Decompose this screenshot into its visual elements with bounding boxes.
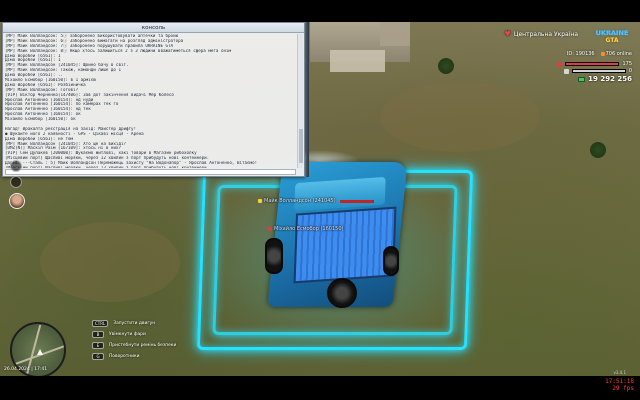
player-nametag: Міхайло Есмобор (160150)	[268, 226, 343, 232]
distant-building	[380, 22, 410, 46]
bottom-letterbox	[0, 376, 640, 400]
player-id: ID: 190136	[566, 51, 595, 57]
health-row: 175	[557, 61, 632, 67]
server-logo: UKRAINE GTA	[595, 29, 629, 45]
armor-icon	[563, 68, 569, 74]
hint-label: Запустити двигун	[113, 321, 156, 326]
health-bar	[565, 62, 620, 66]
hint-row: B Увімкнути фари	[92, 329, 176, 340]
version-label: v3.4.1	[613, 370, 626, 375]
hint-row: CTRL Запустити двигун	[92, 318, 176, 329]
avatar[interactable]	[9, 193, 25, 209]
distant-building	[330, 50, 385, 72]
armor-bar	[571, 69, 626, 73]
scrollbar-thumb[interactable]	[299, 129, 303, 163]
vehicle-roof	[293, 206, 397, 284]
online-icon	[600, 51, 605, 56]
online-count: 706 online	[600, 51, 632, 57]
money-row: 19 292 256	[578, 75, 632, 83]
spare-wheel	[327, 278, 357, 308]
region-label: ♥ Центральна Україна	[504, 30, 578, 38]
console-log: [MP] Майк Волландсон: 5ⓘ заборонено вико…	[5, 34, 296, 168]
money-value: 19 292 256	[588, 75, 632, 83]
armor-row: 0	[563, 68, 632, 74]
console-window[interactable]: консоль [MP] Майк Волландсон: 5ⓘ заборон…	[2, 22, 305, 177]
console-resize-handle[interactable]	[306, 22, 309, 177]
key-badge: E	[92, 342, 104, 349]
money-icon	[578, 76, 586, 82]
hud-panel: ♥ Центральна Україна UKRAINE GTA ID: 190…	[504, 26, 634, 86]
hint-row: G Поворотники	[92, 351, 176, 362]
vehicle-wheel	[383, 246, 399, 276]
heart-icon: ♥	[504, 30, 511, 38]
console-input[interactable]	[5, 169, 296, 175]
hint-label: Пристебнути ремінь безпеки	[109, 343, 177, 348]
hint-label: Увімкнути фари	[109, 332, 146, 337]
player-marker-icon	[258, 199, 262, 203]
microphone-icon[interactable]	[10, 160, 22, 172]
vehicle-wheel	[265, 238, 283, 274]
fps-value: 29 fps	[612, 385, 634, 392]
hint-row: E Пристебнути ремінь безпеки	[92, 340, 176, 351]
player-position-icon	[37, 349, 43, 355]
hint-label: Поворотники	[109, 354, 140, 359]
minimap-road	[13, 344, 64, 366]
key-badge: CTRL	[92, 320, 109, 327]
player-marker-icon	[268, 227, 272, 231]
console-title[interactable]: консоль	[3, 23, 304, 33]
top-letterbox	[0, 0, 640, 22]
console-line: [Морський порт] Шасливі моряки, через 13…	[5, 166, 296, 168]
key-badge: G	[92, 353, 104, 360]
tree	[590, 142, 606, 158]
player-health-bar	[339, 199, 374, 203]
key-hints: CTRL Запустити двигун B Увімкнути фари E…	[92, 318, 176, 362]
console-scrollbar[interactable]	[297, 34, 303, 168]
tree	[438, 58, 454, 74]
dirt-patch	[380, 82, 540, 152]
date-time: 26.04.2024 | 17:41	[4, 367, 48, 372]
radio-icon[interactable]	[10, 176, 22, 188]
dirt-patch	[40, 222, 180, 302]
clock: 17:51:18 29 fps	[605, 378, 634, 392]
player-id-line: ID: 190136 706 online	[567, 51, 632, 57]
armor-value: 0	[628, 68, 632, 74]
health-value: 175	[622, 61, 632, 67]
health-icon	[557, 61, 563, 67]
player-nametag: Майк Волландсон (241045)	[258, 198, 374, 204]
key-badge: B	[92, 331, 104, 338]
time-value: 17:51:18	[605, 378, 634, 385]
